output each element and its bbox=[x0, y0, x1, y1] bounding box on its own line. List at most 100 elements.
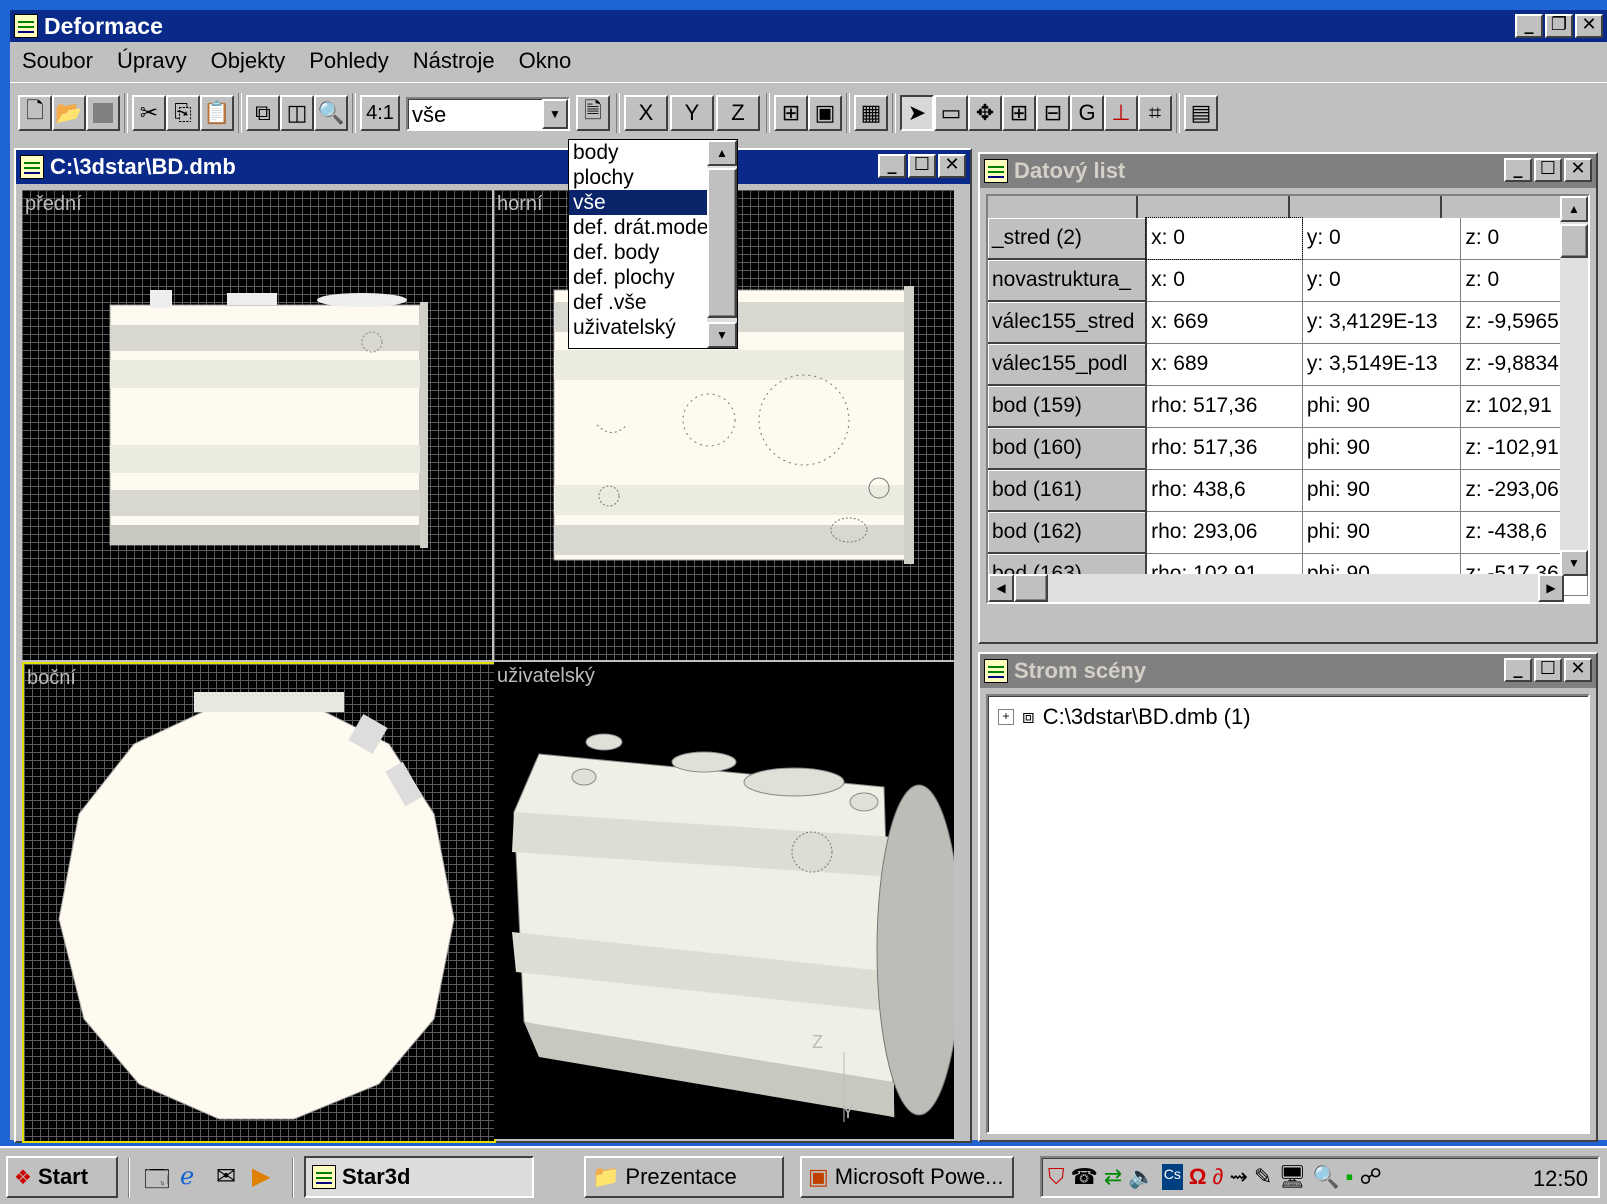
acrobat-icon[interactable]: ∂ bbox=[1213, 1164, 1224, 1190]
internet-explorer-icon[interactable]: ℯ bbox=[180, 1162, 194, 1191]
view-mode-combo[interactable]: vše ▼ bbox=[406, 97, 570, 131]
menu-pohledy[interactable]: Pohledy bbox=[297, 48, 401, 74]
zoom-box-icon[interactable]: ⊞ bbox=[1002, 95, 1036, 131]
table-cell[interactable]: rho: 438,6 bbox=[1146, 469, 1303, 512]
row-header[interactable]: _stred (2) bbox=[988, 218, 1148, 260]
table-cell[interactable]: phi: 90 bbox=[1302, 469, 1462, 512]
dropdown-scrollbar[interactable]: ▲ ▼ bbox=[707, 140, 737, 348]
task-star3d[interactable]: Star3d bbox=[304, 1156, 534, 1198]
axis-x-button[interactable]: X bbox=[624, 95, 668, 131]
dropdown-option[interactable]: def .vše bbox=[569, 290, 707, 315]
cs-icon[interactable]: Cs bbox=[1161, 1164, 1183, 1190]
connection-icon[interactable]: ☍ bbox=[1359, 1164, 1381, 1190]
dropdown-scroll-thumb[interactable] bbox=[707, 168, 737, 318]
cascade-windows-icon[interactable]: ⧉ bbox=[246, 95, 280, 131]
data-sheet-hscroll[interactable]: ◀ ▶ bbox=[988, 574, 1564, 602]
data-sheet-vscroll[interactable]: ▲ ▼ bbox=[1560, 196, 1588, 576]
vscroll-up-icon[interactable]: ▲ bbox=[1560, 196, 1588, 222]
scene-tree-minimize-button[interactable]: _ bbox=[1504, 658, 1532, 682]
measure-icon[interactable]: ⌗ bbox=[1138, 95, 1172, 131]
minimize-button[interactable]: _ bbox=[1515, 14, 1543, 38]
single-view-icon[interactable]: ▣ bbox=[808, 95, 842, 131]
main-title-bar[interactable]: Deformace _ ❐ ✕ bbox=[10, 10, 1607, 42]
side-view[interactable]: boční bbox=[22, 662, 496, 1143]
hscroll-left-icon[interactable]: ◀ bbox=[988, 574, 1014, 602]
hscroll-right-icon[interactable]: ▶ bbox=[1538, 574, 1564, 602]
task-scheduler-icon[interactable]: ⇝ bbox=[1229, 1164, 1247, 1190]
expand-plus-icon[interactable]: + bbox=[998, 709, 1014, 725]
table-cell[interactable]: x: 0 bbox=[1145, 217, 1304, 260]
move-icon[interactable]: ✥ bbox=[968, 95, 1002, 131]
scroll-down-icon[interactable]: ▼ bbox=[707, 322, 737, 348]
dropdown-option[interactable]: plochy bbox=[569, 165, 707, 190]
table-row[interactable]: bod (160) rho: 517,36 phi: 90 z: -102,91 bbox=[988, 427, 1588, 470]
scene-tree-close-button[interactable]: ✕ bbox=[1564, 658, 1592, 682]
calculator-icon[interactable]: ▤ bbox=[1184, 95, 1218, 131]
task-powerpoint[interactable]: ▣ Microsoft Powe... bbox=[800, 1156, 1014, 1198]
notes-icon[interactable]: ✎ bbox=[1254, 1164, 1272, 1190]
paste-icon[interactable]: 📋 bbox=[200, 95, 234, 131]
table-row[interactable]: bod (162) rho: 293,06 phi: 90 z: -438,6 bbox=[988, 511, 1588, 554]
table-cell[interactable]: y: 0 bbox=[1302, 259, 1462, 302]
vscroll-down-icon[interactable]: ▼ bbox=[1560, 550, 1588, 576]
axes-icon[interactable]: ⊥ bbox=[1104, 95, 1138, 131]
save-icon[interactable] bbox=[86, 95, 120, 131]
table-row[interactable]: bod (161) rho: 438,6 phi: 90 z: -293,06 bbox=[988, 469, 1588, 512]
row-header[interactable]: novastruktura_ bbox=[988, 259, 1148, 302]
table-cell[interactable]: phi: 90 bbox=[1302, 385, 1462, 428]
new-file-icon[interactable]: 🗋 bbox=[18, 95, 52, 131]
tree-node[interactable]: + ⧈ C:\3dstar\BD.dmb (1) bbox=[998, 704, 1251, 730]
zoom-fit-icon[interactable]: ⊟ bbox=[1036, 95, 1070, 131]
data-sheet-title-bar[interactable]: Datový list _ ☐ ✕ bbox=[980, 154, 1596, 188]
opera-icon[interactable]: Ω bbox=[1189, 1164, 1207, 1190]
table-cell[interactable]: y: 3,4129E-13 bbox=[1302, 301, 1462, 344]
scene-tree-maximize-button[interactable]: ☐ bbox=[1534, 658, 1562, 682]
table-cell[interactable]: y: 0 bbox=[1302, 218, 1462, 260]
rotate-icon[interactable]: G bbox=[1070, 95, 1104, 131]
viewport-title-bar[interactable]: C:\3dstar\BD.dmb _ ☐ ✕ bbox=[16, 150, 970, 184]
monitor-icon[interactable]: 🖥 bbox=[1278, 1164, 1306, 1190]
status-lights-icon[interactable]: ▪ bbox=[1346, 1164, 1354, 1190]
dropdown-option-selected[interactable]: vše bbox=[569, 190, 707, 215]
viewport-maximize-button[interactable]: ☐ bbox=[908, 154, 936, 178]
dropdown-option[interactable]: def. body bbox=[569, 240, 707, 265]
table-cell[interactable]: x: 689 bbox=[1146, 343, 1303, 386]
copy-icon[interactable]: ⎘ bbox=[166, 95, 200, 131]
menu-soubor[interactable]: Soubor bbox=[10, 48, 105, 74]
scale-button[interactable]: 4:1 bbox=[360, 95, 400, 131]
dropdown-option[interactable]: body bbox=[569, 140, 707, 165]
table-row[interactable]: _stred (2) x: 0 y: 0 z: 0 bbox=[988, 217, 1588, 260]
show-desktop-icon[interactable]: 🗔 bbox=[144, 1162, 170, 1203]
table-row[interactable]: bod (159) rho: 517,36 phi: 90 z: 102,91 bbox=[988, 385, 1588, 428]
vscroll-thumb[interactable] bbox=[1560, 224, 1588, 258]
dropdown-option[interactable]: def. plochy bbox=[569, 265, 707, 290]
row-header[interactable]: válec155_stred bbox=[988, 301, 1148, 344]
table-cell[interactable]: rho: 517,36 bbox=[1146, 427, 1303, 470]
menu-upravy[interactable]: Úpravy bbox=[105, 48, 199, 74]
start-button[interactable]: ❖ Start bbox=[6, 1156, 118, 1198]
table-row[interactable]: válec155_stred x: 669 y: 3,4129E-13 z: -9,5… bbox=[988, 301, 1588, 344]
scene-tree-title-bar[interactable]: Strom scény _ ☐ ✕ bbox=[980, 654, 1596, 688]
open-folder-icon[interactable]: 📂 bbox=[52, 95, 86, 131]
row-header[interactable]: bod (162) bbox=[988, 511, 1148, 554]
scroll-up-icon[interactable]: ▲ bbox=[707, 140, 737, 166]
properties-icon[interactable]: 🗎 bbox=[576, 95, 610, 131]
grid-icon[interactable]: ▦ bbox=[854, 95, 888, 131]
menu-nastroje[interactable]: Nástroje bbox=[401, 48, 507, 74]
table-cell[interactable]: rho: 517,36 bbox=[1146, 385, 1303, 428]
rectangle-select-icon[interactable]: ▭ bbox=[934, 95, 968, 131]
front-view[interactable]: přední bbox=[22, 190, 492, 660]
axis-y-button[interactable]: Y bbox=[670, 95, 714, 131]
outlook-icon[interactable]: ✉ bbox=[216, 1162, 236, 1191]
row-header[interactable]: bod (161) bbox=[988, 469, 1148, 512]
layout-views-icon[interactable]: ⊞ bbox=[774, 95, 808, 131]
print-preview-icon[interactable]: 🔍 bbox=[314, 95, 348, 131]
restore-button[interactable]: ❐ bbox=[1545, 14, 1573, 38]
table-cell[interactable]: x: 0 bbox=[1146, 259, 1303, 302]
cut-icon[interactable]: ✂ bbox=[132, 95, 166, 131]
search-icon[interactable]: 🔍 bbox=[1312, 1164, 1339, 1190]
table-row[interactable]: válec155_podl x: 689 y: 3,5149E-13 z: -9,88… bbox=[988, 343, 1588, 386]
dropdown-option[interactable]: def. drát.model bbox=[569, 215, 707, 240]
antivirus-icon[interactable]: ⛉ bbox=[1048, 1164, 1065, 1190]
table-row[interactable]: novastruktura_ x: 0 y: 0 z: 0 bbox=[988, 259, 1588, 302]
